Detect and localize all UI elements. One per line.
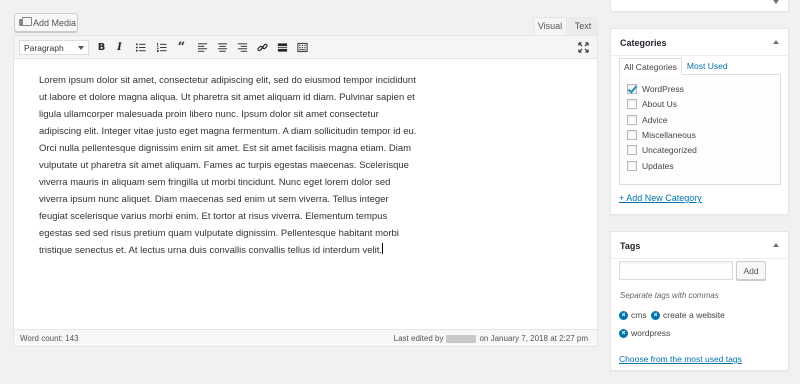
category-label: Uncategorized [642,145,697,155]
tags-title-text: Tags [620,241,641,251]
tag-create-a-website: × create a website [651,310,725,320]
checkbox-checked[interactable] [627,84,637,94]
toolbar-toggle-icon[interactable] [295,40,310,55]
category-list: WordPress About Us Advice Miscellaneous … [619,74,781,185]
collapsed-panel [610,0,789,12]
chevron-down-icon[interactable] [773,0,779,4]
tag-input[interactable] [619,261,733,280]
editor-statusbar: Word count: 143 Last edited by on Januar… [14,329,597,346]
bold-icon[interactable]: B [94,40,109,55]
category-item-updates[interactable]: Updates [627,161,674,171]
category-item-advice[interactable]: Advice [627,115,668,125]
format-select-value: Paragraph [24,42,64,53]
add-media-button[interactable]: Add Media [14,13,78,32]
category-label: Updates [642,161,674,171]
text-cursor [382,243,384,254]
checkbox[interactable] [627,161,637,171]
tag-label: wordpress [631,328,671,338]
add-new-category-link[interactable]: + Add New Category [619,193,702,203]
tab-visual[interactable]: Visual [533,17,567,35]
category-label: Miscellaneous [642,130,696,140]
category-item-wordpress[interactable]: WordPress [627,84,684,94]
category-label: About Us [642,99,677,109]
checkbox[interactable] [627,99,637,109]
add-media-label: Add Media [33,17,77,28]
word-count: Word count: 143 [20,334,79,343]
editor-toolbar: Paragraph B I “ [14,36,597,59]
media-icon [19,17,32,28]
last-edited: Last edited by on January 7, 2018 at 2:2… [394,334,588,343]
editor: Paragraph B I “ Lorem ipsum dolor sit am… [13,35,598,347]
checkbox[interactable] [627,115,637,125]
editor-body-text: Lorem ipsum dolor sit amet, consectetur … [39,75,417,256]
remove-tag-icon[interactable]: × [651,310,660,320]
tab-text[interactable]: Text [568,17,598,35]
align-left-icon[interactable] [195,40,210,55]
tag-cms: × cms [619,310,647,320]
tags-box: Tags Add Separate tags with commas × cms… [610,231,789,371]
tag-hint: Separate tags with commas [620,291,719,300]
categories-title-text: Categories [620,38,667,48]
align-right-icon[interactable] [235,40,250,55]
remove-tag-icon[interactable]: × [619,328,628,338]
format-select[interactable]: Paragraph [19,40,89,55]
bullet-list-icon[interactable] [133,40,148,55]
category-item-about-us[interactable]: About Us [627,99,677,109]
categories-title: Categories [611,29,788,56]
fullscreen-icon[interactable] [576,40,591,55]
tag-label: cms [631,310,647,320]
category-item-uncategorized[interactable]: Uncategorized [627,145,697,155]
redacted-author [446,334,477,343]
category-item-miscellaneous[interactable]: Miscellaneous [627,130,696,140]
tab-most-used[interactable]: Most Used [682,58,733,74]
collapse-icon[interactable] [773,243,779,247]
numbered-list-icon[interactable] [154,40,169,55]
add-tag-button[interactable]: Add [736,261,766,280]
category-label: Advice [642,115,668,125]
last-edited-suffix: on January 7, 2018 at 2:27 pm [479,334,588,343]
checkbox[interactable] [627,145,637,155]
remove-tag-icon[interactable]: × [619,310,628,320]
read-more-icon[interactable] [275,40,290,55]
align-center-icon[interactable] [215,40,230,55]
tags-title: Tags [611,232,788,259]
choose-most-used-tags-link[interactable]: Choose from the most used tags [619,354,742,364]
tab-all-categories[interactable]: All Categories [619,58,682,75]
category-label: WordPress [642,84,684,94]
italic-icon[interactable]: I [112,40,127,55]
editor-content[interactable]: Lorem ipsum dolor sit amet, consectetur … [39,72,419,259]
last-edited-prefix: Last edited by [393,334,444,343]
collapse-icon[interactable] [773,40,779,44]
chevron-down-icon [78,46,84,50]
tag-wordpress: × wordpress [619,328,670,338]
categories-box: Categories All Categories Most Used Word… [610,28,789,215]
blockquote-icon[interactable]: “ [174,40,189,55]
checkbox[interactable] [627,130,637,140]
category-tabs: All Categories Most Used [619,58,733,75]
tag-label: create a website [663,310,725,320]
link-icon[interactable] [255,40,270,55]
